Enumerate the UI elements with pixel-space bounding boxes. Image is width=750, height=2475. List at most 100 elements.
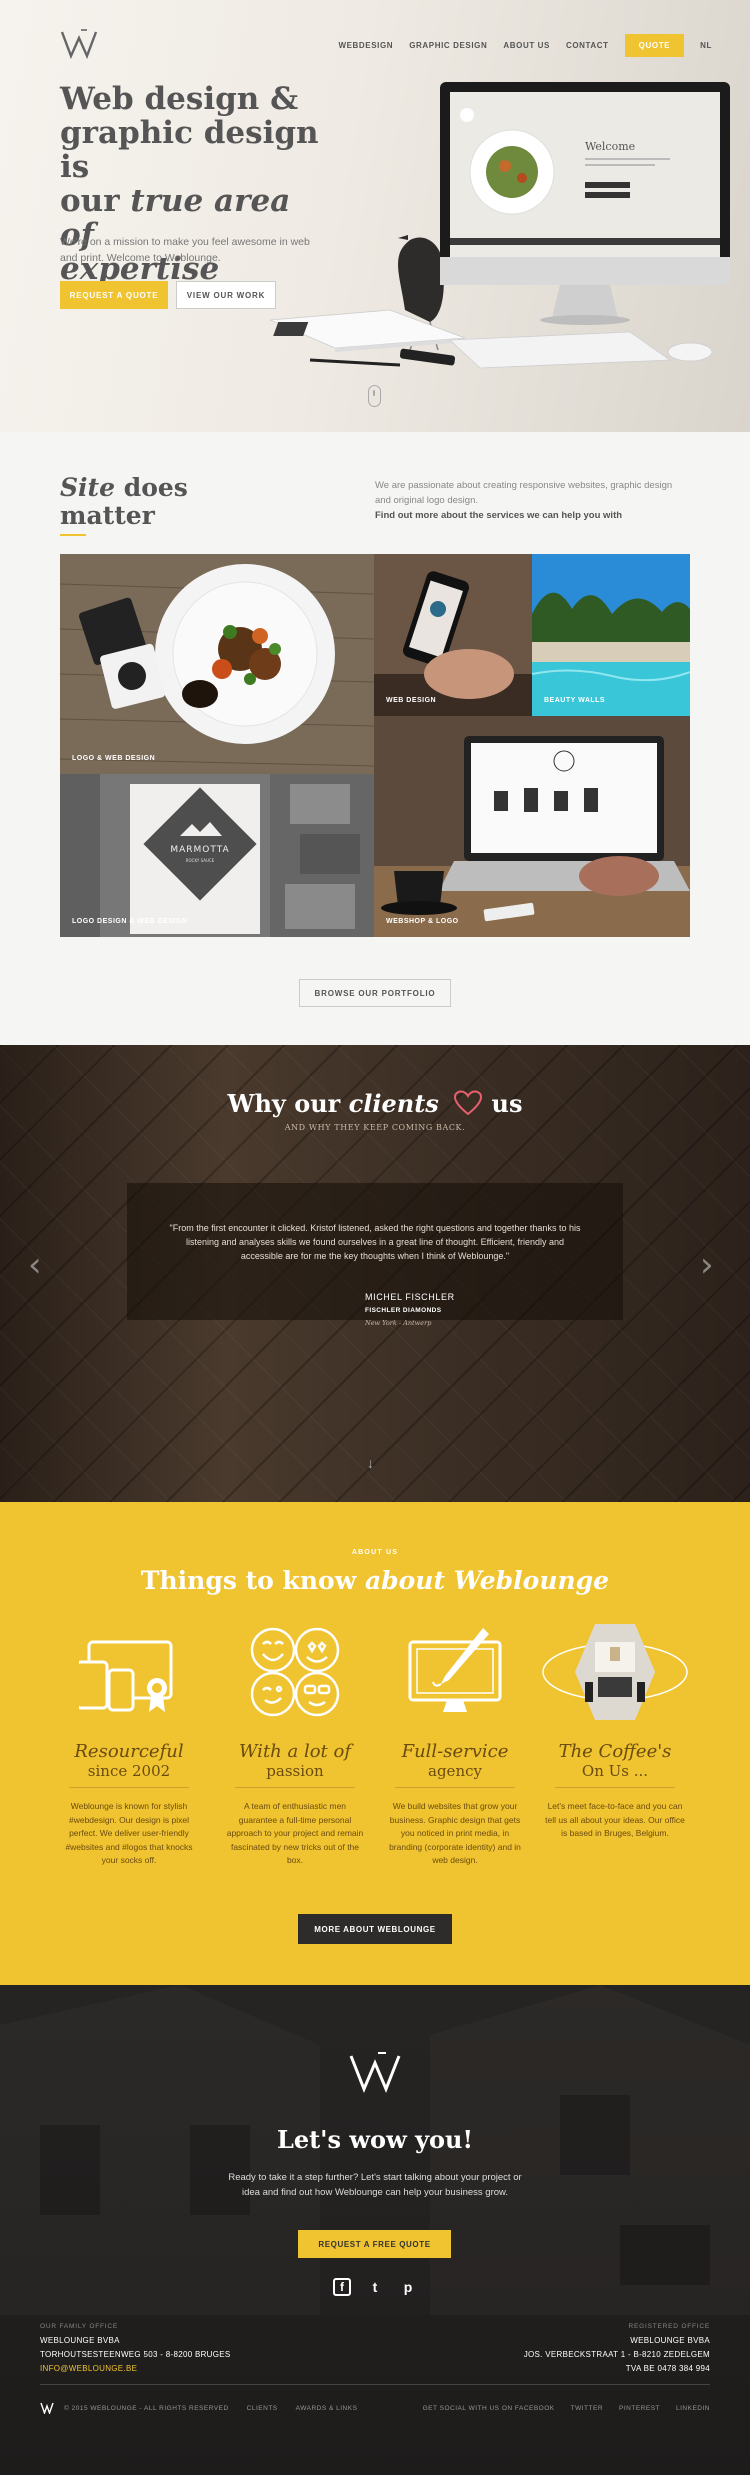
footer-link-pinterest[interactable]: PINTEREST (619, 2405, 660, 2412)
carousel-next-arrow[interactable]: › (700, 1245, 714, 1285)
office-address: JOS. VERBECKSTRAAT 1 - B-8210 ZEDELGEM (523, 2350, 710, 2359)
portfolio-tile[interactable]: LOGO & WEB DESIGN (60, 554, 374, 774)
site-title-text: does (115, 473, 188, 502)
office-company: WEBLOUNGE BVBA (40, 2336, 120, 2345)
feature-text: Let's meet face-to-face and you can tell… (545, 1801, 685, 1838)
footer-link-linkedin[interactable]: LINKEDIN (676, 2405, 710, 2412)
hero-section: WEBDESIGN GRAPHIC DESIGN ABOUT US CONTAC… (0, 0, 750, 432)
nav-quote-button[interactable]: QUOTE (624, 34, 685, 57)
tile-laptop-image (374, 716, 690, 937)
twitter-icon[interactable]: t (366, 2278, 384, 2296)
main-nav: WEBDESIGN GRAPHIC DESIGN ABOUT US CONTAC… (338, 34, 712, 57)
portfolio-tile[interactable]: BEAUTY WALLS (532, 554, 690, 716)
free-quote-button[interactable]: REQUEST A FREE QUOTE (298, 2230, 451, 2258)
portfolio-tile[interactable]: MARMOTTA ROCKY SAUCE LOGO DESIGN & WEB D… (60, 774, 374, 937)
feature-text: Weblounge is known for stylish #webdesig… (65, 1801, 193, 1865)
feature-heading: The Coffee's (558, 1741, 672, 1762)
office-email[interactable]: INFO@WEBLOUNGE.BE (40, 2362, 231, 2376)
testimonials-title-text: us (483, 1089, 523, 1118)
feature-heading: With a lot of (239, 1741, 351, 1762)
testimonials-section: Why our clients us AND WHY THEY KEEP COM… (0, 1045, 750, 1502)
about-section: ABOUT US Things to know about Weblounge … (0, 1502, 750, 1985)
request-quote-button[interactable]: REQUEST A QUOTE (60, 281, 168, 309)
site-intro-text: We are passionate about creating respons… (375, 480, 673, 506)
footer-social-links: GET SOCIAL WITH US ON FACEBOOK TWITTER P… (423, 2405, 710, 2412)
footer-link-twitter[interactable]: TWITTER (571, 2405, 603, 2412)
office-company: WEBLOUNGE BVBA (630, 2336, 710, 2345)
more-about-button[interactable]: MORE ABOUT WEBLOUNGE (298, 1914, 452, 1944)
monitor-brush-icon (408, 1628, 502, 1712)
site-title-text: matter (60, 501, 155, 530)
portfolio-tile[interactable]: WEB DESIGN (374, 554, 532, 716)
site-title: Site does matter (60, 474, 188, 530)
office-photo-icon (542, 1624, 688, 1720)
nav-contact[interactable]: CONTACT (566, 41, 609, 50)
office-address: TORHOUTSESTEENWEG 503 - 8-8200 BRUGES (40, 2350, 231, 2359)
feature-subheading: On Us ... (581, 1762, 649, 1780)
weblounge-logo[interactable] (60, 28, 98, 60)
portfolio-tile[interactable]: WEBSHOP & LOGO (374, 716, 690, 937)
tile-marmotta-image: MARMOTTA ROCKY SAUCE (60, 774, 374, 937)
feature-text: We build websites that grow your busines… (389, 1801, 521, 1865)
marmotta-sub: ROCKY SAUCE (186, 858, 215, 863)
services-link[interactable]: Find out more about the services we can … (375, 508, 675, 523)
scroll-down-indicator[interactable] (368, 385, 381, 407)
feature-divider (69, 1787, 189, 1788)
family-office: OUR FAMILY OFFICE WEBLOUNGE BVBA TORHOUT… (40, 2320, 231, 2376)
footer-title: Let's wow you! (276, 2125, 474, 2154)
testimonials-title-text: Why our (227, 1089, 349, 1118)
copyright: © 2015 WEBLOUNGE - ALL RIGHTS RESERVED (64, 2404, 229, 2412)
about-title-text: Things to know (140, 1566, 365, 1595)
footer-text: Ready to take it a step further? Let's s… (228, 2172, 522, 2198)
devices-icon (79, 1640, 173, 1712)
author-name: MICHEL FISCHLER (365, 1292, 455, 1302)
author-company: FISCHLER DIAMONDS (365, 1307, 442, 1314)
footer-link-facebook[interactable]: GET SOCIAL WITH US ON FACEBOOK (423, 2405, 555, 2412)
nav-graphic-design[interactable]: GRAPHIC DESIGN (409, 41, 487, 50)
footer-link-awards[interactable]: AWARDS & LINKS (296, 2405, 358, 2412)
tile-label: WEBSHOP & LOGO (386, 918, 459, 925)
hero-imac-illustration: Welcome (269, 82, 730, 369)
nav-webdesign[interactable]: WEBDESIGN (338, 41, 393, 50)
testimonials-title-italic: clients (348, 1089, 439, 1118)
nav-about-us[interactable]: ABOUT US (503, 41, 550, 50)
pinterest-icon[interactable]: p (399, 2278, 417, 2296)
tile-label: BEAUTY WALLS (544, 697, 606, 704)
footer-link-clients[interactable]: CLIENTS (247, 2405, 278, 2412)
feature-subheading: agency (428, 1762, 482, 1780)
language-switch[interactable]: NL (700, 41, 712, 50)
feature-heading: Full-service (401, 1741, 509, 1762)
site-title-italic: Site (60, 473, 116, 502)
feature-divider (235, 1787, 355, 1788)
heart-icon (454, 1090, 483, 1116)
testimonial-quote: "From the first encounter it clicked. Kr… (169, 1223, 581, 1261)
tile-phone-image (374, 554, 532, 716)
footer-logo[interactable] (349, 2051, 401, 2093)
testimonials-title: Why our clients us (0, 1089, 750, 1118)
carousel-prev-arrow[interactable]: ‹ (28, 1245, 42, 1285)
feature-divider (555, 1787, 675, 1788)
feature-heading: Resourceful (74, 1741, 184, 1762)
feature-subheading: passion (266, 1762, 324, 1780)
feature-text: A team of enthusiastic men guarantee a f… (226, 1801, 364, 1865)
title-underline (60, 534, 86, 536)
scroll-down-arrow[interactable]: ↓ (367, 1455, 374, 1471)
hero-screen-heading: Welcome (585, 140, 635, 153)
registered-office: REGISTERED OFFICE WEBLOUNGE BVBA JOS. VE… (524, 2320, 710, 2376)
facebook-icon[interactable]: f (333, 2278, 351, 2296)
about-title: Things to know about Weblounge (0, 1566, 750, 1595)
office-label: OUR FAMILY OFFICE (40, 2323, 119, 2330)
tile-label: LOGO DESIGN & WEB DESIGN (72, 918, 188, 925)
footer-mini-logo[interactable] (40, 2402, 54, 2414)
tile-label: WEB DESIGN (386, 697, 437, 704)
feature-subheading: since 2002 (87, 1762, 171, 1780)
browse-portfolio-button[interactable]: BROWSE OUR PORTFOLIO (299, 979, 451, 1007)
footer-divider (40, 2384, 710, 2385)
footer-section: Let's wow you! Ready to take it a step f… (0, 1985, 750, 2475)
about-eyebrow: ABOUT US (351, 1549, 399, 1556)
feature-divider (395, 1787, 515, 1788)
about-title-italic: about Weblounge (364, 1566, 610, 1595)
footer-bar: © 2015 WEBLOUNGE - ALL RIGHTS RESERVED C… (40, 2402, 710, 2414)
tile-pool-image (532, 554, 690, 716)
marmotta-name: MARMOTTA (170, 845, 229, 855)
